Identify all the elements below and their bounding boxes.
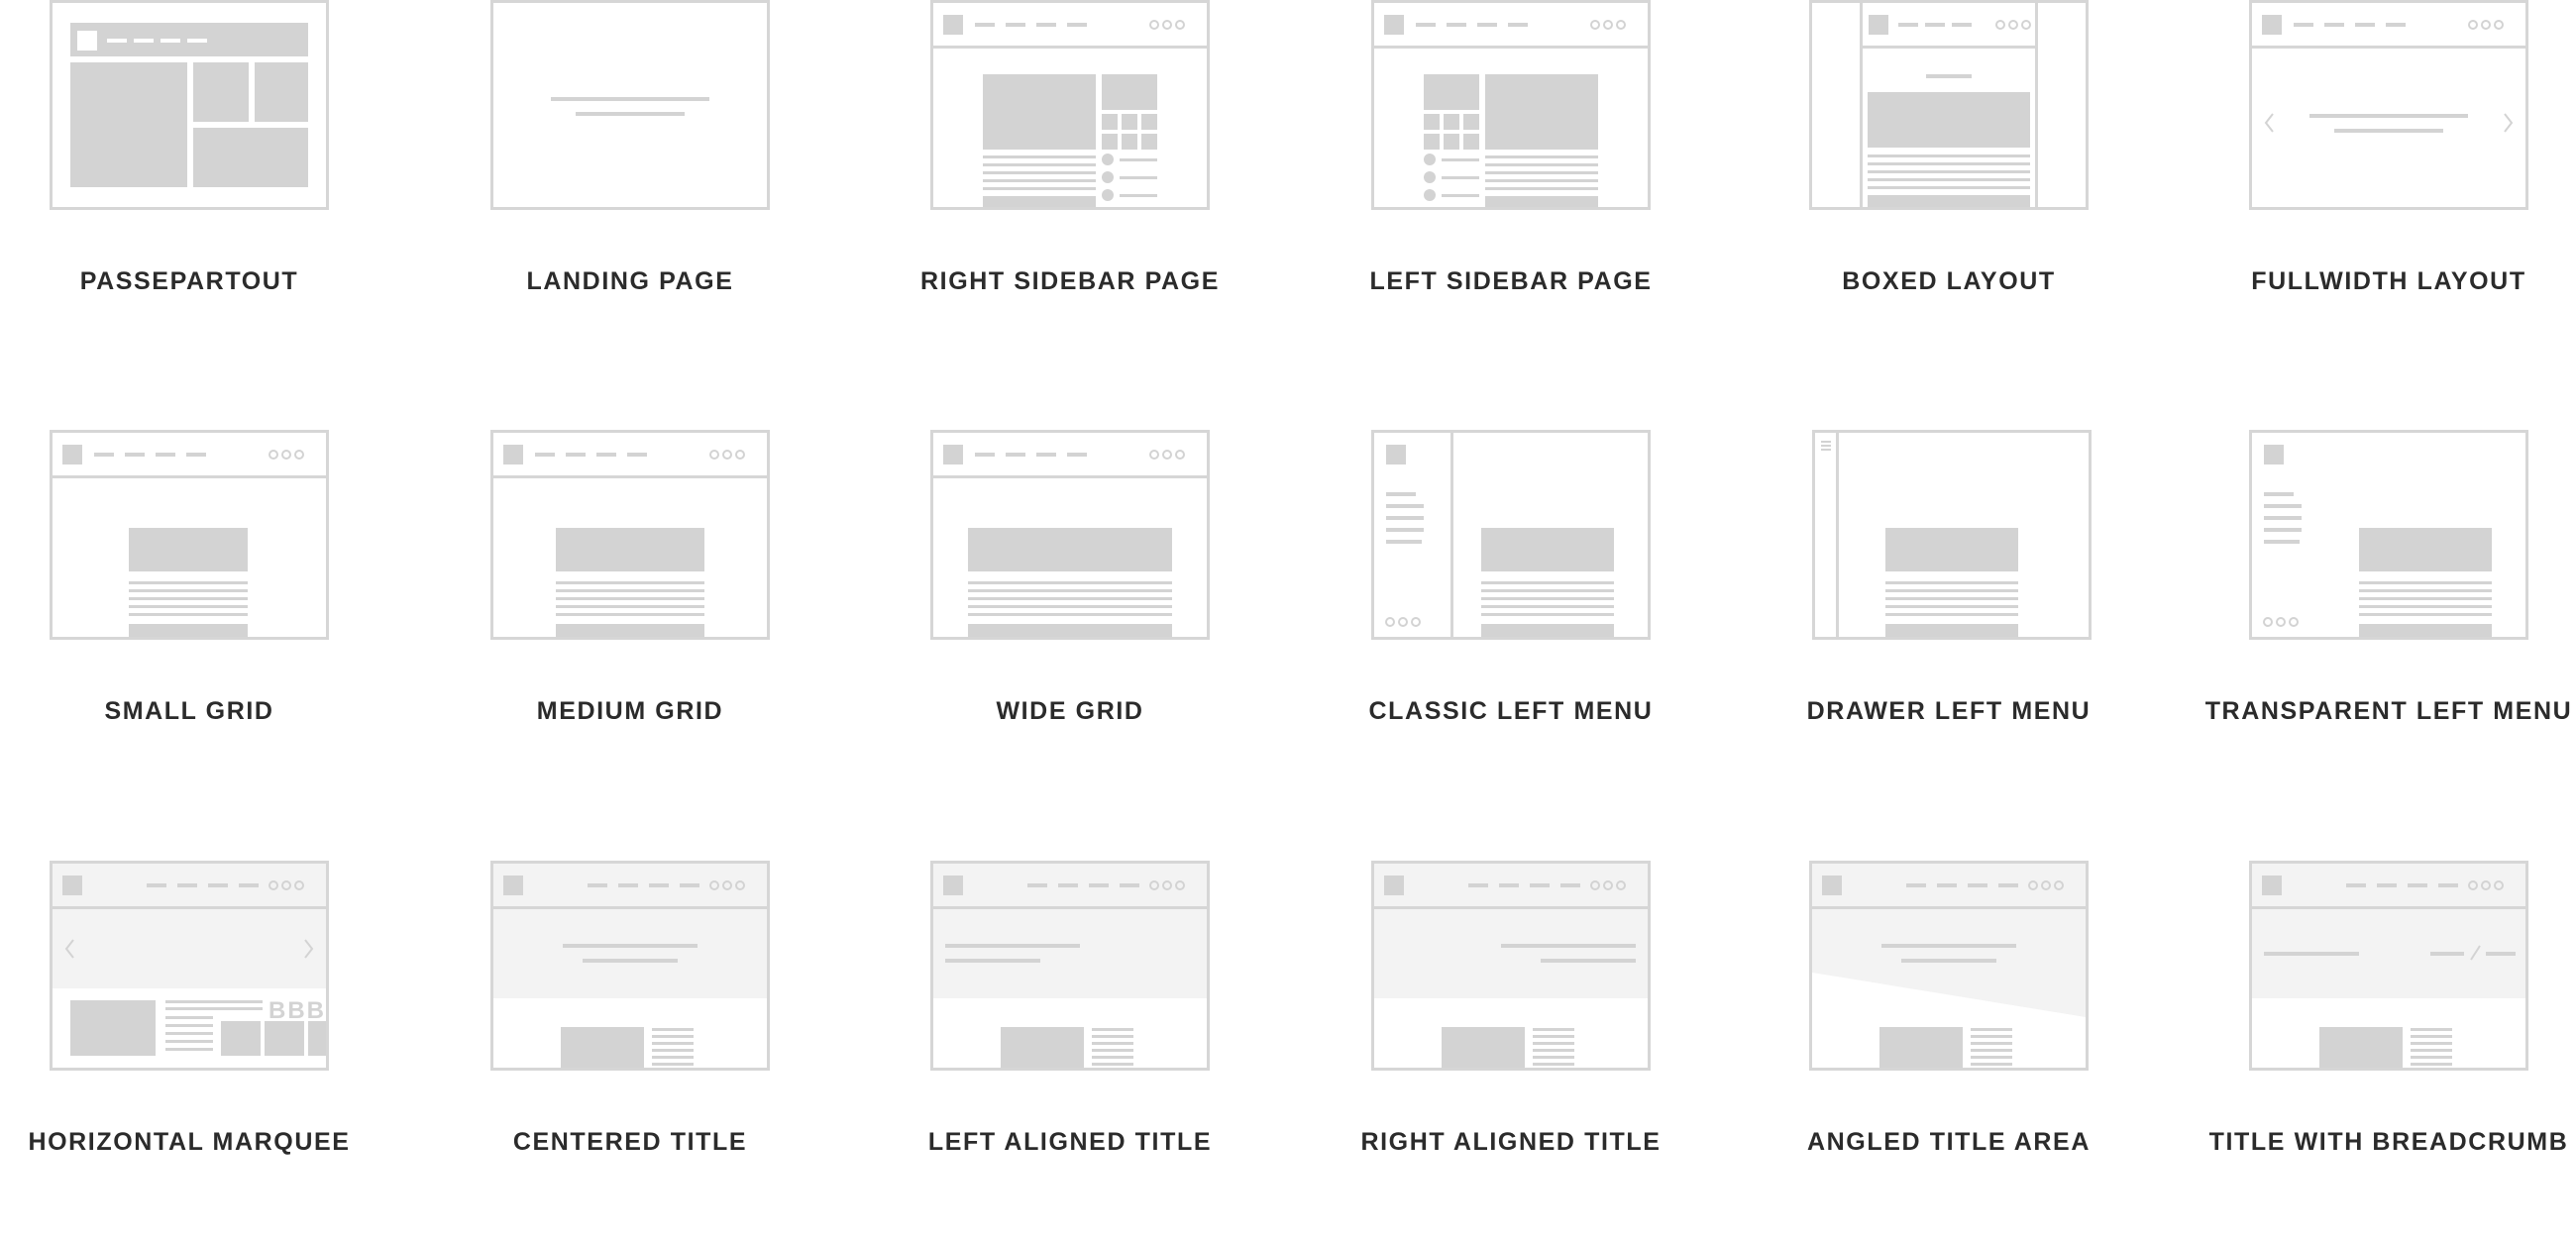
layout-option-title-with-breadcrumb[interactable]: TITLE WITH BREADCRUMB — [2191, 861, 2576, 1237]
layout-option-fullwidth-layout[interactable]: FULLWIDTH LAYOUT — [2191, 0, 2576, 376]
layout-label: FULLWIDTH LAYOUT — [2251, 267, 2526, 295]
layout-option-landing-page[interactable]: LANDING PAGE — [432, 0, 828, 376]
layout-label: TRANSPARENT LEFT MENU — [2204, 697, 2573, 725]
left-aligned-title-thumbnail — [930, 861, 1210, 1071]
layout-label: DRAWER LEFT MENU — [1806, 697, 2092, 725]
fullwidth-layout-preview-icon — [2252, 15, 2525, 133]
right-aligned-title-preview-icon — [1374, 864, 1648, 1068]
layout-label: SMALL GRID — [104, 697, 274, 725]
layout-label: LEFT ALIGNED TITLE — [927, 1128, 1213, 1156]
layout-label: BOXED LAYOUT — [1842, 267, 2056, 295]
layout-label: CENTERED TITLE — [512, 1128, 748, 1156]
wide-grid-thumbnail — [930, 430, 1210, 640]
layout-option-medium-grid[interactable]: MEDIUM GRID — [432, 430, 828, 806]
layout-option-left-aligned-title[interactable]: LEFT ALIGNED TITLE — [872, 861, 1268, 1237]
layout-label: RIGHT ALIGNED TITLE — [1360, 1128, 1662, 1156]
right-sidebar-page-preview-icon — [933, 15, 1207, 207]
layout-option-transparent-left-menu[interactable]: TRANSPARENT LEFT MENU — [2191, 430, 2576, 806]
layout-label: CLASSIC LEFT MENU — [1368, 697, 1654, 725]
layout-label: HORIZONTAL MARQUEE — [28, 1128, 351, 1156]
medium-grid-thumbnail — [490, 430, 770, 640]
layout-option-horizontal-marquee[interactable]: BBB HORIZONTAL MARQUEE — [0, 861, 387, 1237]
landing-page-preview-icon — [551, 97, 709, 116]
fullwidth-layout-thumbnail — [2249, 0, 2528, 210]
layout-option-classic-left-menu[interactable]: CLASSIC LEFT MENU — [1313, 430, 1709, 806]
layout-option-angled-title-area[interactable]: ANGLED TITLE AREA — [1751, 861, 2147, 1237]
marquee-text: BBB — [268, 997, 326, 1024]
layout-option-small-grid[interactable]: SMALL GRID — [0, 430, 387, 806]
left-sidebar-page-thumbnail — [1371, 0, 1651, 210]
small-grid-preview-icon — [53, 445, 326, 637]
centered-title-preview-icon — [493, 864, 767, 1068]
boxed-layout-thumbnail — [1809, 0, 2089, 210]
layout-option-centered-title[interactable]: CENTERED TITLE — [432, 861, 828, 1237]
left-sidebar-page-preview-icon — [1374, 15, 1648, 207]
classic-left-menu-thumbnail — [1371, 430, 1651, 640]
layout-label: LEFT SIDEBAR PAGE — [1369, 267, 1653, 295]
angled-title-area-preview-icon — [1812, 864, 2086, 1068]
layout-option-right-aligned-title[interactable]: RIGHT ALIGNED TITLE — [1313, 861, 1709, 1237]
layout-option-passepartout[interactable]: PASSEPARTOUT — [0, 0, 387, 376]
drawer-left-menu-preview-icon — [1821, 433, 2018, 637]
layout-label: TITLE WITH BREADCRUMB — [2208, 1128, 2569, 1156]
angled-title-area-thumbnail — [1809, 861, 2089, 1071]
transparent-left-menu-thumbnail — [2249, 430, 2528, 640]
layout-option-boxed-layout[interactable]: BOXED LAYOUT — [1751, 0, 2147, 376]
layout-option-drawer-left-menu[interactable]: DRAWER LEFT MENU — [1751, 430, 2147, 806]
layout-option-right-sidebar-page[interactable]: RIGHT SIDEBAR PAGE — [872, 0, 1268, 376]
layout-options-grid: PASSEPARTOUT LANDING PAGE RIGHT SIDEBAR … — [0, 0, 2576, 1156]
horizontal-marquee-thumbnail: BBB — [50, 861, 329, 1071]
layout-label: LANDING PAGE — [526, 267, 734, 295]
classic-left-menu-preview-icon — [1385, 433, 1614, 637]
right-sidebar-page-thumbnail — [930, 0, 1210, 210]
layout-label: MEDIUM GRID — [536, 697, 724, 725]
landing-page-thumbnail — [490, 0, 770, 210]
drawer-left-menu-thumbnail — [1812, 430, 2092, 640]
horizontal-marquee-preview-icon: BBB — [53, 864, 326, 1068]
boxed-layout-preview-icon — [1860, 3, 2038, 207]
wide-grid-preview-icon — [933, 445, 1207, 637]
title-with-breadcrumb-thumbnail — [2249, 861, 2528, 1071]
title-with-breadcrumb-preview-icon — [2252, 864, 2525, 1068]
layout-label: PASSEPARTOUT — [79, 267, 299, 295]
passepartout-thumbnail — [50, 0, 329, 210]
transparent-left-menu-preview-icon — [2263, 445, 2492, 637]
left-aligned-title-preview-icon — [933, 864, 1207, 1068]
layout-label: ANGLED TITLE AREA — [1807, 1128, 2091, 1156]
layout-option-wide-grid[interactable]: WIDE GRID — [872, 430, 1268, 806]
layout-option-left-sidebar-page[interactable]: LEFT SIDEBAR PAGE — [1313, 0, 1709, 376]
right-aligned-title-thumbnail — [1371, 861, 1651, 1071]
small-grid-thumbnail — [50, 430, 329, 640]
passepartout-preview-icon — [70, 23, 308, 187]
medium-grid-preview-icon — [493, 445, 767, 637]
centered-title-thumbnail — [490, 861, 770, 1071]
layout-label: RIGHT SIDEBAR PAGE — [920, 267, 1220, 295]
layout-label: WIDE GRID — [996, 697, 1144, 725]
